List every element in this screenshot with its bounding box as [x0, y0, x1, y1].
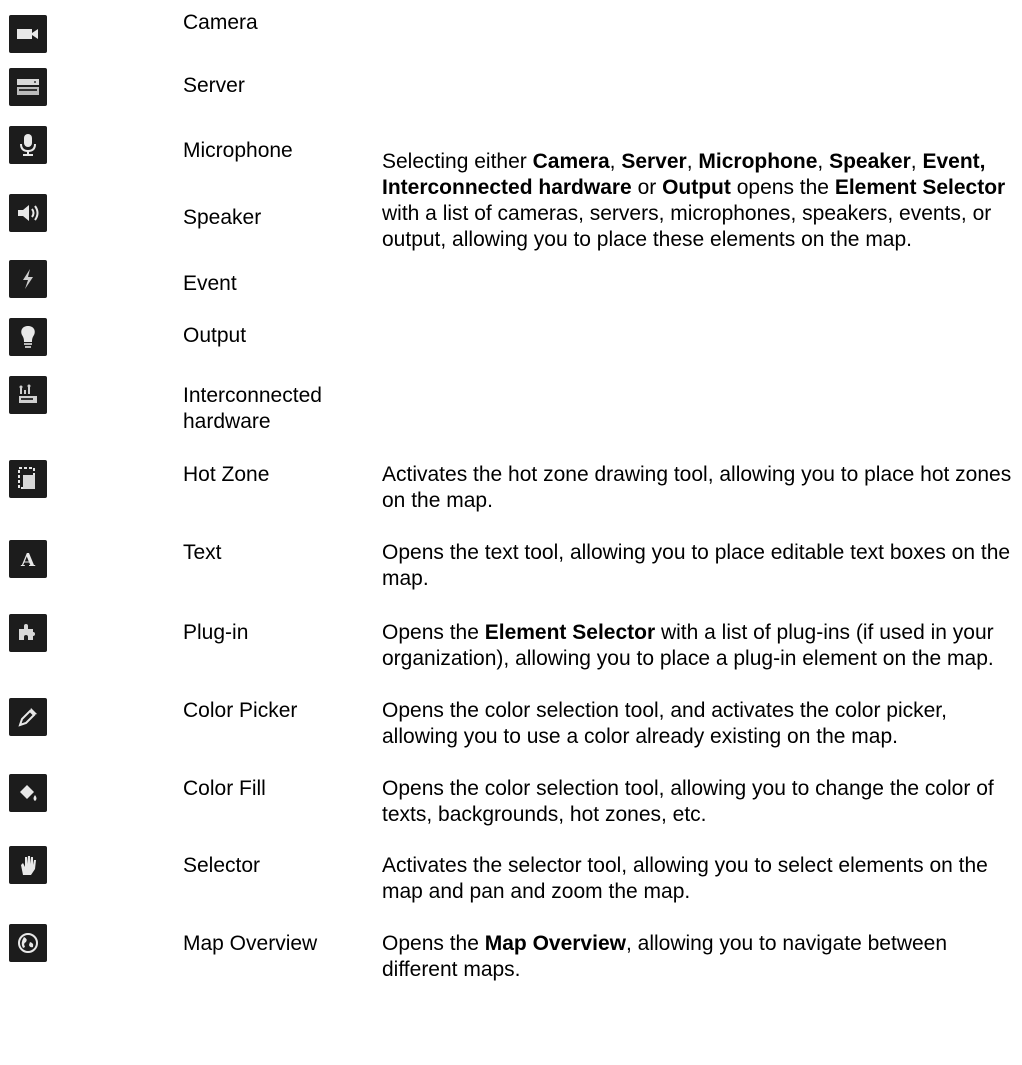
label-event: Event — [183, 272, 237, 295]
label-color-fill: Color Fill — [183, 777, 266, 800]
plug-in-icon — [9, 614, 47, 652]
selector-icon — [9, 846, 47, 884]
label-plug-in: Plug-in — [183, 621, 249, 644]
desc-text: Opens the text tool, allowing you to pla… — [382, 541, 1011, 590]
label-hot-zone: Hot Zone — [183, 463, 270, 486]
microphone-icon — [9, 126, 47, 164]
label-camera: Camera — [183, 11, 258, 34]
camera-icon — [9, 15, 47, 53]
speaker-icon — [9, 194, 47, 232]
desc-plug-in: Opens the Element Selector with a list o… — [382, 621, 994, 670]
desc-color-fill: Opens the color selection tool, allowing… — [382, 777, 994, 826]
desc-color-picker: Opens the color selection tool, and acti… — [382, 699, 947, 748]
color-picker-icon — [9, 698, 47, 736]
desc-selector: Activates the selector tool, allowing yo… — [382, 854, 988, 903]
interconnected-hardware-icon — [9, 376, 47, 414]
label-output: Output — [183, 324, 247, 347]
label-color-picker: Color Picker — [183, 699, 298, 722]
desc-hot-zone: Activates the hot zone drawing tool, all… — [382, 463, 1012, 512]
map-overview-icon — [9, 924, 47, 962]
color-fill-icon — [9, 774, 47, 812]
label-server: Server — [183, 74, 245, 97]
text-tool-icon: A — [9, 540, 47, 578]
server-icon — [9, 68, 47, 106]
event-icon — [9, 260, 47, 298]
label-selector: Selector — [183, 854, 261, 877]
label-interconnected-hardware: Interconnected hardware — [183, 383, 322, 435]
desc-map-overview: Opens the Map Overview, allowing you to … — [382, 932, 948, 981]
output-icon — [9, 318, 47, 356]
label-interconnected-line1: Interconnected — [183, 384, 322, 407]
label-text: Text — [183, 541, 222, 564]
label-speaker: Speaker — [183, 206, 262, 229]
desc-element-group: Selecting either Camera, Server, Microph… — [382, 150, 1006, 251]
svg-text:A: A — [20, 550, 36, 570]
label-microphone: Microphone — [183, 139, 293, 162]
label-map-overview: Map Overview — [183, 932, 318, 955]
label-interconnected-line2: hardware — [183, 410, 271, 433]
hot-zone-icon — [9, 460, 47, 498]
